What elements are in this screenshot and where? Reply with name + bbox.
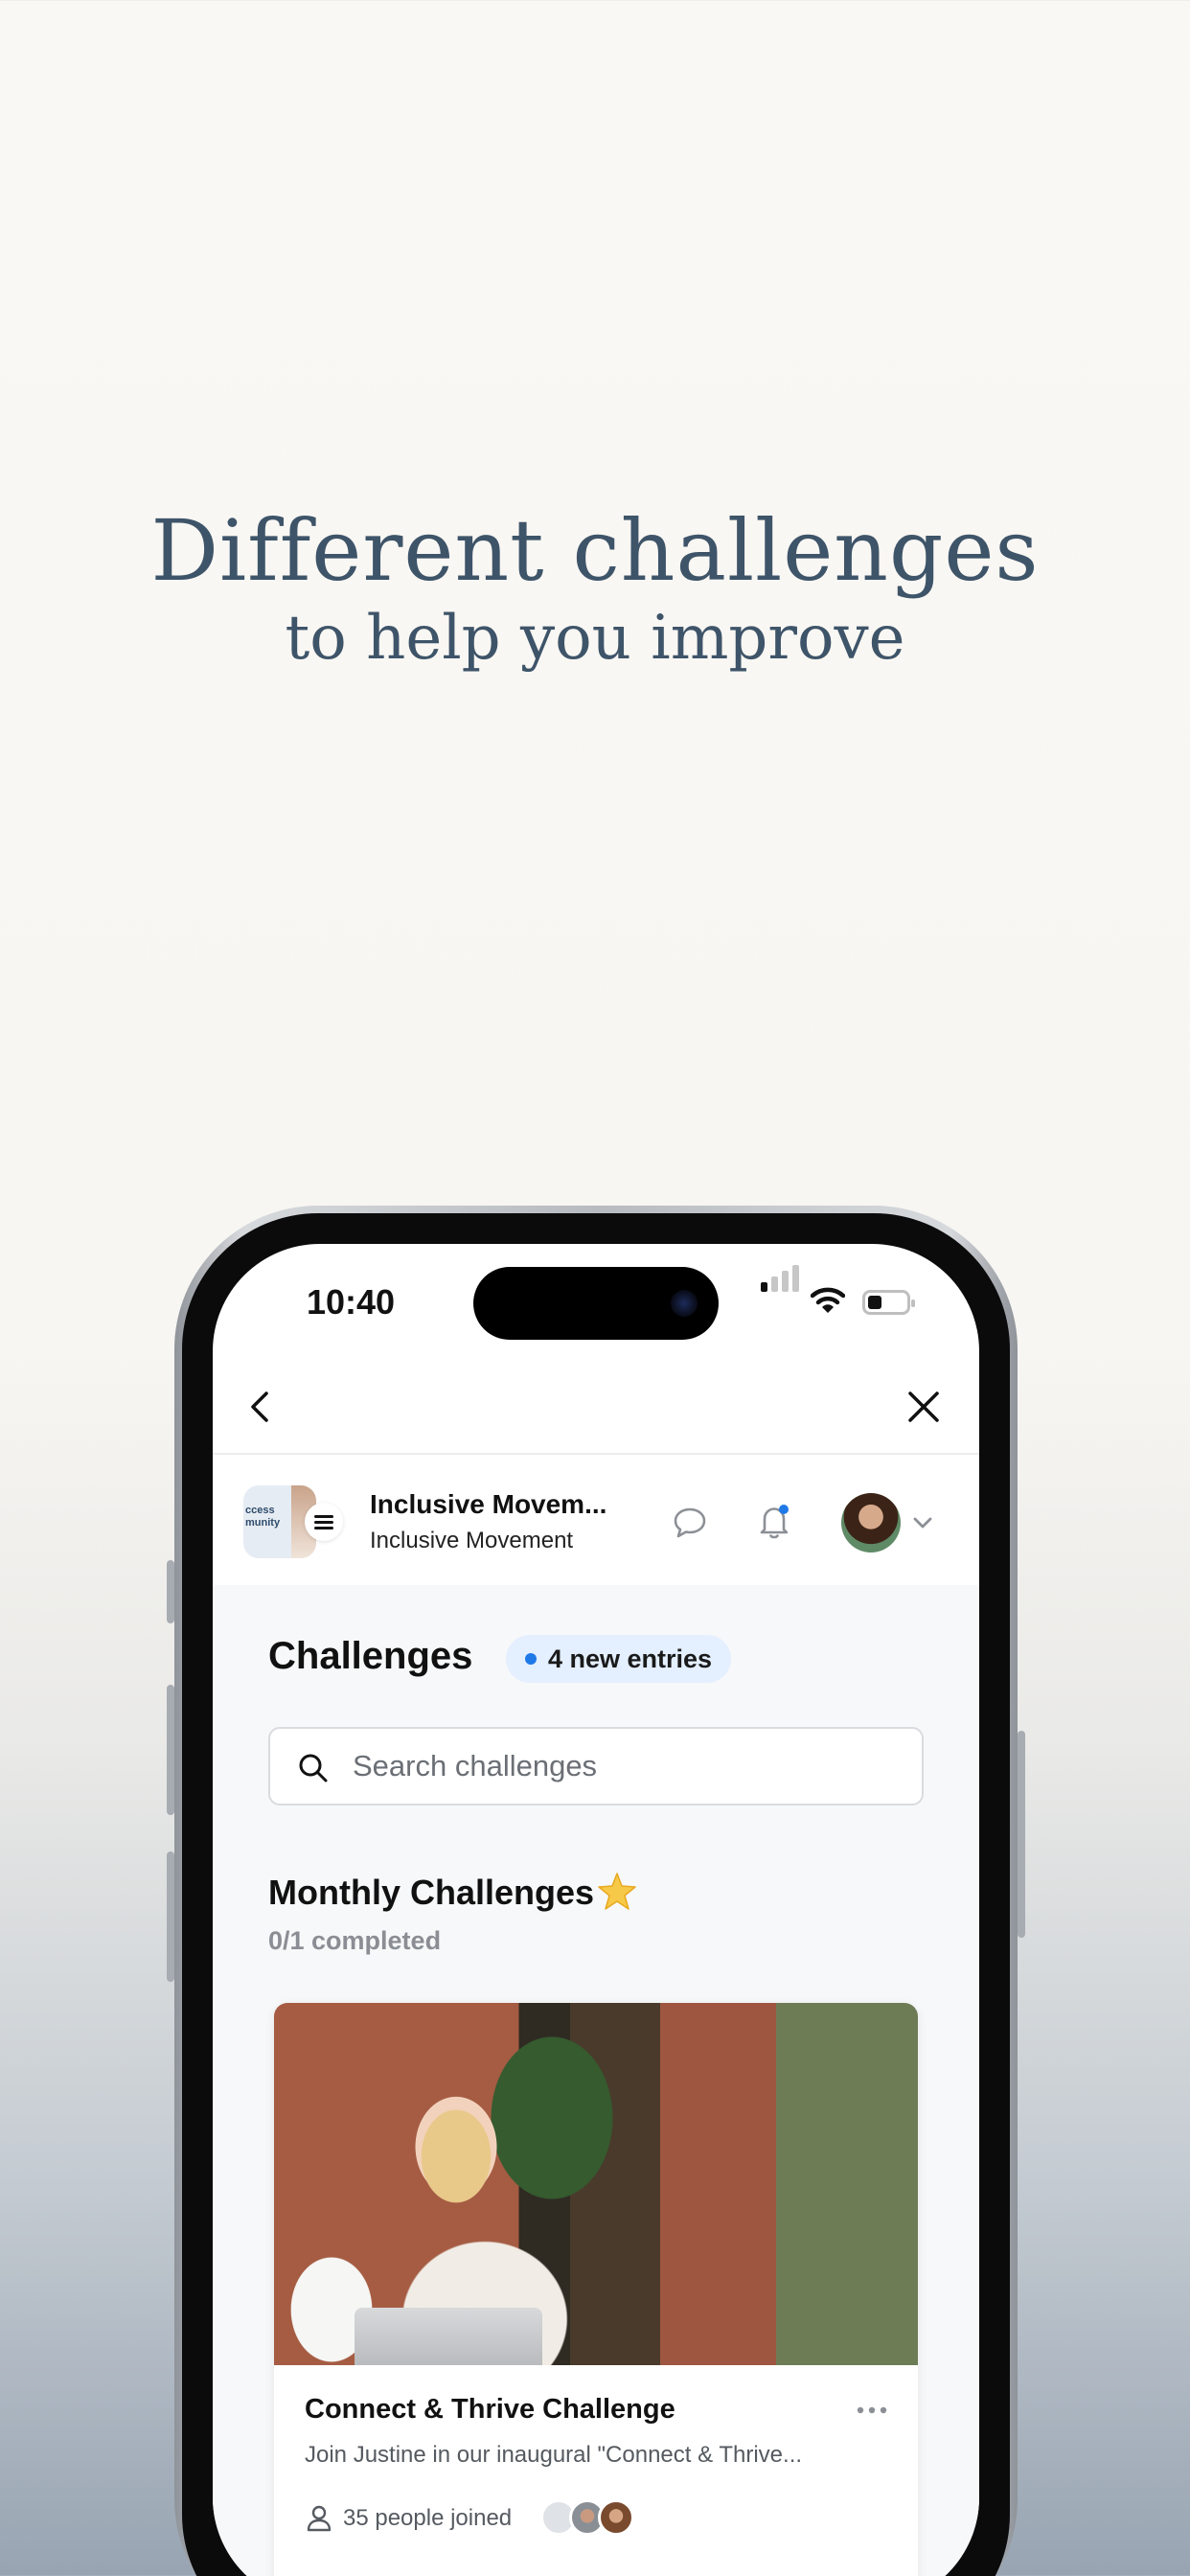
challenge-image[interactable] xyxy=(274,2003,918,2365)
wifi-icon xyxy=(811,1287,845,1313)
new-entries-label: 4 new entries xyxy=(548,1644,713,1673)
battery-icon xyxy=(862,1290,915,1315)
star-icon xyxy=(598,1873,636,1910)
chat-icon[interactable] xyxy=(673,1506,707,1539)
dynamic-island xyxy=(473,1267,719,1340)
search-box[interactable] xyxy=(268,1727,924,1806)
challenge-card[interactable]: Connect & Thrive Challenge Join Justine … xyxy=(274,2003,918,2576)
menu-icon[interactable] xyxy=(305,1503,343,1541)
top-navbar xyxy=(213,1359,979,1455)
hero-title: Different challenges xyxy=(150,501,1040,600)
page-title: Challenges xyxy=(268,1635,473,1677)
new-dot-icon xyxy=(525,1653,537,1665)
challenges-content: Challenges 4 new entries Monthly Challen… xyxy=(213,1585,979,2576)
chevron-down-icon[interactable] xyxy=(912,1516,933,1530)
back-icon[interactable] xyxy=(241,1388,280,1426)
community-name[interactable]: Inclusive Movem... xyxy=(370,1489,606,1520)
side-button xyxy=(167,1685,174,1815)
avatar xyxy=(598,2499,634,2536)
side-button xyxy=(1018,1731,1025,1938)
section-progress: 0/1 completed xyxy=(268,1926,442,1955)
community-header: ccess munity Inclusive Movem... Inclusiv… xyxy=(213,1457,979,1585)
phone-screen: 10:40 ccess munity Inclusive Movem... In… xyxy=(213,1244,979,2576)
camera-icon xyxy=(671,1290,698,1317)
challenge-description: Join Justine in our inaugural "Connect &… xyxy=(305,2442,803,2468)
side-button xyxy=(167,1852,174,1982)
hero: Different challenges to help you improve xyxy=(0,498,1190,677)
community-logo-text: ccess munity xyxy=(245,1505,281,1529)
status-time: 10:40 xyxy=(307,1282,396,1322)
search-input[interactable] xyxy=(353,1742,889,1790)
hero-subtitle: to help you improve xyxy=(285,603,905,674)
bell-icon[interactable] xyxy=(757,1503,793,1541)
section-title: Monthly Challenges xyxy=(268,1873,595,1912)
participants-count: 35 people joined xyxy=(343,2505,513,2531)
challenge-title[interactable]: Connect & Thrive Challenge xyxy=(305,2394,675,2426)
avatar[interactable] xyxy=(841,1493,901,1552)
more-icon[interactable] xyxy=(857,2405,887,2415)
close-icon[interactable] xyxy=(903,1386,945,1428)
community-subtitle: Inclusive Movement xyxy=(370,1528,574,1553)
new-entries-badge[interactable]: 4 new entries xyxy=(506,1635,732,1683)
person-icon xyxy=(307,2505,332,2532)
search-icon xyxy=(299,1754,328,1782)
status-bar: 10:40 xyxy=(213,1244,979,1359)
side-button xyxy=(167,1560,174,1623)
laptop-image-detail xyxy=(355,2308,542,2365)
